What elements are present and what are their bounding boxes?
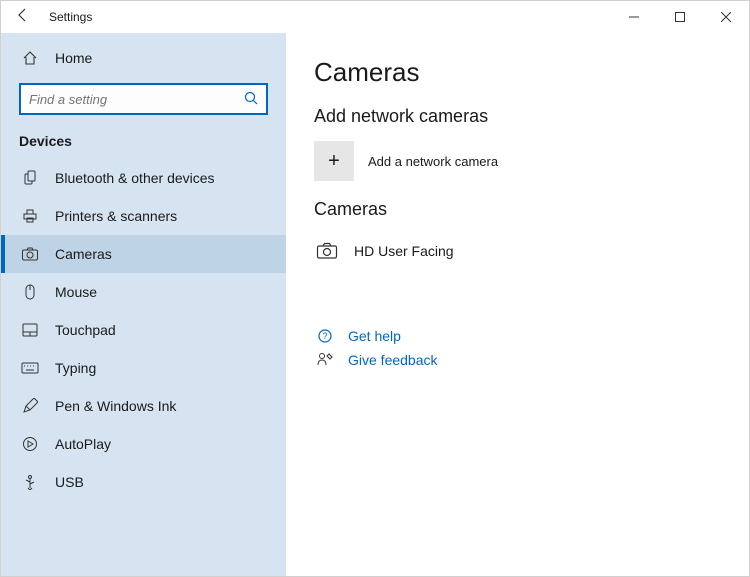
help-label: Get help <box>336 328 401 344</box>
sidebar-item-cameras[interactable]: Cameras <box>1 235 286 273</box>
sidebar-item-typing[interactable]: Typing <box>1 349 286 387</box>
search-container <box>1 77 286 125</box>
sidebar-item-label: Touchpad <box>41 322 116 338</box>
sidebar-item-label: Typing <box>41 360 96 376</box>
camera-name: HD User Facing <box>340 243 454 259</box>
sidebar-item-bluetooth[interactable]: Bluetooth & other devices <box>1 159 286 197</box>
search-icon <box>244 91 258 108</box>
content: Home Devices Bluetooth & other devices P… <box>1 33 749 576</box>
camera-list-item[interactable]: HD User Facing <box>314 234 721 268</box>
add-button-label: Add a network camera <box>368 154 498 169</box>
sidebar-item-label: AutoPlay <box>41 436 111 452</box>
camera-icon <box>314 242 340 260</box>
give-feedback-link[interactable]: Give feedback <box>314 348 721 372</box>
help-links: ? Get help Give feedback <box>314 324 721 372</box>
window-title: Settings <box>45 10 92 24</box>
get-help-link[interactable]: ? Get help <box>314 324 721 348</box>
plus-icon: + <box>314 141 354 181</box>
camera-icon <box>19 246 41 262</box>
main-panel: Cameras Add network cameras + Add a netw… <box>286 33 749 576</box>
back-button[interactable] <box>1 7 45 28</box>
pen-icon <box>19 398 41 414</box>
bluetooth-icon <box>19 170 41 186</box>
add-section-title: Add network cameras <box>314 106 721 127</box>
printer-icon <box>19 208 41 224</box>
sidebar-item-touchpad[interactable]: Touchpad <box>1 311 286 349</box>
touchpad-icon <box>19 323 41 337</box>
search-input[interactable] <box>19 83 268 115</box>
minimize-button[interactable] <box>611 1 657 33</box>
sidebar-item-usb[interactable]: USB <box>1 463 286 501</box>
sidebar-item-label: Bluetooth & other devices <box>41 170 215 186</box>
close-button[interactable] <box>703 1 749 33</box>
page-title: Cameras <box>314 57 721 88</box>
sidebar-item-pen[interactable]: Pen & Windows Ink <box>1 387 286 425</box>
feedback-icon <box>314 352 336 368</box>
sidebar: Home Devices Bluetooth & other devices P… <box>1 33 286 576</box>
cameras-section-title: Cameras <box>314 199 721 220</box>
add-network-camera-button[interactable]: + Add a network camera <box>314 141 721 181</box>
home-icon <box>19 50 41 66</box>
window-controls <box>611 1 749 33</box>
autoplay-icon <box>19 436 41 452</box>
sidebar-item-autoplay[interactable]: AutoPlay <box>1 425 286 463</box>
sidebar-home-label: Home <box>41 50 92 66</box>
svg-text:?: ? <box>322 331 327 341</box>
sidebar-item-printers[interactable]: Printers & scanners <box>1 197 286 235</box>
usb-icon <box>19 474 41 490</box>
sidebar-item-label: Pen & Windows Ink <box>41 398 176 414</box>
sidebar-item-label: Cameras <box>41 246 112 262</box>
sidebar-item-mouse[interactable]: Mouse <box>1 273 286 311</box>
sidebar-item-label: USB <box>41 474 84 490</box>
sidebar-item-label: Mouse <box>41 284 97 300</box>
maximize-button[interactable] <box>657 1 703 33</box>
titlebar: Settings <box>1 1 749 33</box>
sidebar-home[interactable]: Home <box>1 39 286 77</box>
sidebar-item-label: Printers & scanners <box>41 208 177 224</box>
sidebar-group-header: Devices <box>1 125 286 159</box>
help-icon: ? <box>314 328 336 344</box>
keyboard-icon <box>19 362 41 374</box>
mouse-icon <box>19 284 41 300</box>
feedback-label: Give feedback <box>336 352 438 368</box>
